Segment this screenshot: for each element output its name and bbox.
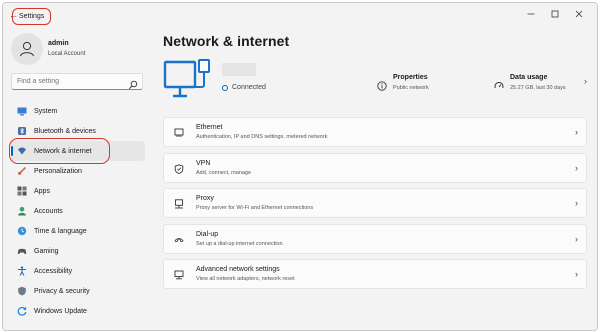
info-icon xyxy=(377,78,387,91)
apps-icon xyxy=(17,186,27,196)
account-type: Local Account xyxy=(48,51,86,57)
sidebar-item-privacy[interactable]: Privacy & security xyxy=(11,281,145,301)
bluetooth-icon xyxy=(17,126,27,136)
sidebar-item-accessibility[interactable]: Accessibility xyxy=(11,261,145,281)
sidebar-item-label: Gaming xyxy=(34,247,59,255)
sidebar-item-bluetooth[interactable]: Bluetooth & devices xyxy=(11,121,145,141)
settings-cards: Ethernet Authentication, IP and DNS sett… xyxy=(163,117,587,295)
status-text: Connected xyxy=(232,84,266,91)
dialup-icon xyxy=(174,235,184,245)
sidebar-nav: System Bluetooth & devices Network & int… xyxy=(9,101,145,321)
dialup-card[interactable]: Dial-up Set up a dial-up internet connec… xyxy=(163,223,587,254)
chevron-right-icon: › xyxy=(575,127,578,137)
card-description: Authentication, IP and DNS settings, met… xyxy=(196,134,328,140)
advanced-network-card[interactable]: Advanced network settings View all netwo… xyxy=(163,259,587,289)
data-usage-subtitle: 25.27 GB, last 30 days xyxy=(510,85,566,91)
advanced-network-icon xyxy=(174,270,184,280)
chevron-right-icon: › xyxy=(575,233,578,244)
sidebar-item-gaming[interactable]: Gaming xyxy=(11,241,145,261)
settings-window: ← Settings admin Local Account Find a se… xyxy=(2,2,598,331)
proxy-icon xyxy=(174,199,184,209)
ethernet-icon xyxy=(174,128,184,138)
card-title: Ethernet xyxy=(196,124,223,131)
card-description: Proxy server for Wi-Fi and Ethernet conn… xyxy=(196,205,314,211)
data-usage-title: Data usage xyxy=(510,74,548,81)
data-usage-link[interactable]: Data usage 25.27 GB, last 30 days xyxy=(494,74,587,96)
sidebar-item-personalization[interactable]: Personalization xyxy=(11,161,145,181)
vpn-shield-icon xyxy=(174,163,184,174)
card-title: Proxy xyxy=(196,195,214,202)
sidebar-item-label: Apps xyxy=(34,187,50,195)
card-title: Dial-up xyxy=(196,230,219,238)
window-controls xyxy=(519,7,591,21)
sidebar-item-label: Bluetooth & devices xyxy=(34,127,96,135)
search-box[interactable] xyxy=(11,73,143,90)
app-title: Settings xyxy=(12,8,52,25)
ethernet-monitor-icon xyxy=(163,59,213,105)
minimize-icon[interactable] xyxy=(519,7,543,21)
data-usage-icon xyxy=(494,78,504,89)
sidebar-item-system[interactable]: System xyxy=(11,101,145,121)
vpn-card[interactable]: VPN Add, connect, manage › xyxy=(163,152,587,183)
gamepad-icon xyxy=(17,246,27,256)
user-profile[interactable]: admin Local Account xyxy=(11,33,151,67)
sidebar-item-label: Accounts xyxy=(34,207,63,215)
sidebar-item-accounts[interactable]: Accounts xyxy=(11,201,145,221)
sidebar-item-apps[interactable]: Apps xyxy=(11,181,145,201)
connection-header: Connected Properties Public network Data… xyxy=(163,59,587,107)
status-dot-icon xyxy=(222,84,228,91)
user-name: admin xyxy=(48,40,69,47)
card-description: Add, connect, manage xyxy=(196,169,252,176)
sidebar-item-windows-update[interactable]: Windows Update xyxy=(11,301,145,321)
sidebar-item-label: Accessibility xyxy=(34,267,73,275)
page-title: Network & internet xyxy=(163,33,290,49)
card-title: Advanced network settings xyxy=(196,266,280,273)
proxy-card[interactable]: Proxy Proxy server for Wi-Fi and Etherne… xyxy=(163,188,587,218)
properties-subtitle: Public network xyxy=(393,85,429,91)
brush-icon xyxy=(17,166,27,176)
wifi-icon xyxy=(17,146,27,156)
card-description: Set up a dial-up internet connection xyxy=(196,240,283,247)
accounts-icon xyxy=(17,206,27,216)
properties-title: Properties xyxy=(393,74,428,81)
search-icon[interactable] xyxy=(128,77,138,90)
ethernet-card[interactable]: Ethernet Authentication, IP and DNS sett… xyxy=(163,117,587,147)
card-title: VPN xyxy=(196,159,211,167)
network-name-redacted xyxy=(222,63,256,76)
sidebar-item-label: Network & internet xyxy=(34,147,92,155)
sidebar-item-label: System xyxy=(34,107,58,115)
chevron-right-icon: › xyxy=(575,269,578,279)
sidebar-item-time-language[interactable]: Time & language xyxy=(11,221,145,241)
sidebar-item-label: Windows Update xyxy=(34,307,87,315)
user-icon xyxy=(11,33,43,65)
selection-indicator xyxy=(11,146,13,156)
system-icon xyxy=(17,106,27,116)
update-icon xyxy=(17,306,27,316)
card-description: View all network adapters, network reset xyxy=(196,276,295,282)
sidebar-item-label: Personalization xyxy=(34,167,82,175)
sidebar-item-label: Time & language xyxy=(34,227,87,235)
globe-clock-icon xyxy=(17,226,27,236)
accessibility-icon xyxy=(17,266,27,276)
maximize-icon[interactable] xyxy=(543,7,567,21)
chevron-right-icon[interactable]: › xyxy=(584,76,587,86)
search-input[interactable] xyxy=(17,75,125,88)
shield-icon xyxy=(17,286,27,296)
title-bar: ← Settings xyxy=(3,3,597,27)
close-icon[interactable] xyxy=(567,7,591,21)
sidebar-item-network[interactable]: Network & internet xyxy=(9,138,145,164)
connection-status: Connected xyxy=(222,84,266,91)
chevron-right-icon: › xyxy=(575,162,578,173)
chevron-right-icon: › xyxy=(575,198,578,208)
sidebar-item-label: Privacy & security xyxy=(34,287,90,295)
properties-link[interactable]: Properties Public network xyxy=(377,74,457,96)
